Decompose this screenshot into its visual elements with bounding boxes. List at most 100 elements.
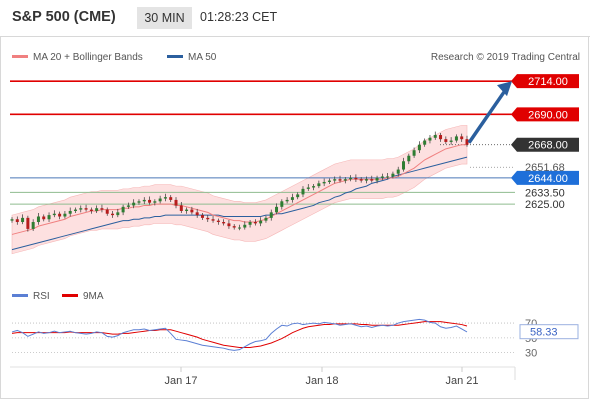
rsi-panel: 70503058.33 xyxy=(11,318,579,360)
candle-body xyxy=(195,212,199,216)
last-price-label: 2668.00 xyxy=(528,140,568,152)
candle-body xyxy=(407,155,411,162)
legend-rsi-ma-swatch xyxy=(62,294,78,297)
candle-body xyxy=(132,202,136,206)
candle-body xyxy=(280,201,284,207)
candle-body xyxy=(243,224,247,228)
candle-body xyxy=(285,199,289,202)
candle-body xyxy=(290,197,294,200)
x-tick-label: Jan 21 xyxy=(445,375,478,387)
candle-body xyxy=(396,169,400,174)
candle-body xyxy=(116,212,120,216)
candle-body xyxy=(264,217,268,221)
candle-body xyxy=(391,173,395,177)
candle-body xyxy=(42,216,46,220)
candle-body xyxy=(148,199,152,203)
candle-body xyxy=(163,197,167,199)
bollinger-band xyxy=(11,125,468,255)
candle-body xyxy=(142,199,146,202)
candle-body xyxy=(174,199,178,206)
candle-body xyxy=(253,222,257,224)
candle-body xyxy=(412,150,416,156)
candle-body xyxy=(354,177,358,180)
candle-body xyxy=(47,215,51,220)
legend-ma20-swatch xyxy=(12,55,28,58)
candle-body xyxy=(454,136,458,141)
rsi-tick-label: 30 xyxy=(525,348,537,360)
source-credit: Research © 2019 Trading Central xyxy=(431,52,580,63)
legend-rsi-ma-label: 9MA xyxy=(83,291,104,302)
candle-body xyxy=(232,226,236,228)
rsi-value-label: 58.33 xyxy=(530,327,558,339)
candle-body xyxy=(449,140,453,142)
candle-body xyxy=(158,198,162,202)
candle-body xyxy=(111,213,115,216)
support-label: 2625.00 xyxy=(525,199,565,211)
candle-body xyxy=(238,227,241,229)
rsi-line xyxy=(11,318,468,351)
candle-body xyxy=(380,176,384,178)
candle-body xyxy=(211,219,215,221)
legend-ma20-label: MA 20 + Bollinger Bands xyxy=(33,52,143,63)
candle-body xyxy=(275,206,279,213)
legend-rsi-swatch xyxy=(12,294,28,297)
resistance-label: 2714.00 xyxy=(528,76,568,88)
candle-body xyxy=(312,186,316,188)
candle-body xyxy=(95,208,99,211)
candle-body xyxy=(417,144,421,151)
candle-body xyxy=(73,209,77,211)
candle-body xyxy=(349,177,353,180)
chart-canvas: MA 20 + Bollinger Bands MA 50 Research ©… xyxy=(10,52,580,387)
candle-body xyxy=(327,180,331,182)
candle-body xyxy=(31,222,35,229)
support-label: 2633.50 xyxy=(525,187,565,199)
projection-arrow-shaft xyxy=(467,88,508,144)
candle-body xyxy=(79,208,83,210)
candle-body xyxy=(10,219,14,221)
candle-body xyxy=(121,206,125,213)
candle-body xyxy=(338,179,342,181)
candle-body xyxy=(137,201,141,203)
candle-body xyxy=(58,213,62,217)
candle-body xyxy=(306,187,310,189)
x-axis: Jan 17 Jan 18 Jan 21 xyxy=(164,367,516,387)
candle-body xyxy=(428,137,432,141)
legend-ma50-label: MA 50 xyxy=(188,52,217,63)
candle-body xyxy=(216,220,220,223)
rsi-ma-line xyxy=(11,321,468,348)
candle-body xyxy=(222,222,226,224)
legend-rsi-label: RSI xyxy=(33,291,50,302)
candle-body xyxy=(423,140,427,145)
candle-body xyxy=(359,179,363,181)
candle-body xyxy=(439,135,443,140)
candle-body xyxy=(63,213,67,217)
candle-body xyxy=(89,209,93,211)
candle-body xyxy=(105,209,109,214)
candle-body xyxy=(296,194,300,198)
x-tick-label: Jan 17 xyxy=(164,375,197,387)
price-panel: 2714.002690.002668.002651.682644.002633.… xyxy=(10,74,579,255)
candle-body xyxy=(333,179,337,181)
candle-body xyxy=(84,208,88,210)
candle-body xyxy=(190,209,194,213)
candle-body xyxy=(200,215,204,218)
candle-body xyxy=(68,210,72,214)
candle-body xyxy=(179,205,183,211)
candle-body xyxy=(301,188,305,195)
candle-body xyxy=(386,176,390,178)
candle-body xyxy=(227,223,231,227)
candle-body xyxy=(248,222,252,225)
candle-body xyxy=(364,179,368,181)
candle-body xyxy=(460,136,464,140)
candle-body xyxy=(402,161,406,170)
candle-body xyxy=(444,139,448,142)
candle-body xyxy=(322,181,326,184)
candle-body xyxy=(375,177,379,181)
candle-body xyxy=(269,212,273,218)
candle-body xyxy=(153,201,157,203)
candle-body xyxy=(52,213,56,216)
resistance-label: 2690.00 xyxy=(528,109,568,121)
candle-body xyxy=(433,135,437,138)
pivot-label: 2644.00 xyxy=(528,173,568,185)
candle-body xyxy=(21,217,25,223)
